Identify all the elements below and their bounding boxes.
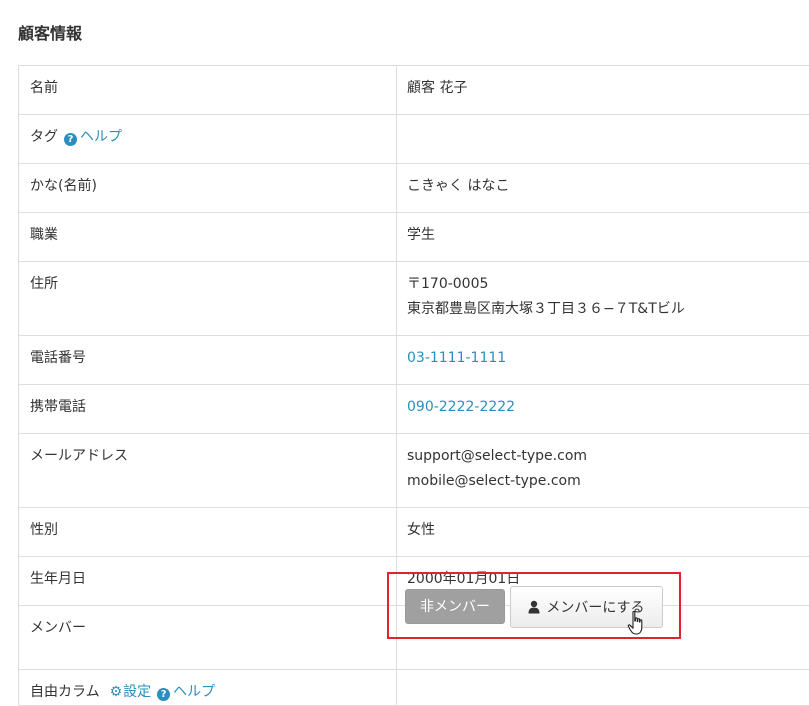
row-label: 電話番号	[19, 336, 397, 385]
row-label-cell: タグ?ヘルプ	[19, 115, 397, 164]
row-label: 携帯電話	[19, 385, 397, 434]
gear-icon[interactable]: ⚙	[110, 680, 123, 705]
help-link[interactable]: ヘルプ	[80, 129, 122, 145]
row-value-cell: support@select-type.com mobile@select-ty…	[397, 434, 809, 508]
table-row-phone: 電話番号 03-1111-1111	[19, 336, 809, 385]
table-row-name: 名前 顧客 花子	[19, 66, 809, 115]
table-row-address: 住所 〒170-0005 東京都豊島区南大塚３丁目３６−７T&Tビル	[19, 262, 809, 336]
row-label: 名前	[19, 66, 397, 115]
row-value	[397, 115, 809, 164]
table-row-tag: タグ?ヘルプ	[19, 115, 809, 164]
table-row-email: メールアドレス support@select-type.com mobile@s…	[19, 434, 809, 508]
row-label: メールアドレス	[19, 434, 397, 508]
settings-link[interactable]: 設定	[123, 684, 151, 700]
table-row-kana: かな(名前) こきゃく はなこ	[19, 164, 809, 213]
row-label: 住所	[19, 262, 397, 336]
row-value: こきゃく はなこ	[397, 164, 809, 213]
row-label: 自由カラム	[30, 684, 100, 700]
row-value-cell: 〒170-0005 東京都豊島区南大塚３丁目３６−７T&Tビル	[397, 262, 809, 336]
row-label: 生年月日	[19, 557, 397, 606]
row-value: 顧客 花子	[397, 66, 809, 115]
phone-link[interactable]: 03-1111-1111	[407, 350, 506, 366]
hand-pointer-icon	[627, 610, 647, 640]
row-label: メンバー	[19, 606, 397, 670]
row-label: 職業	[19, 213, 397, 262]
table-row-job: 職業 学生	[19, 213, 809, 262]
row-label: かな(名前)	[19, 164, 397, 213]
question-circle-icon[interactable]: ?	[157, 688, 170, 701]
row-label: タグ	[30, 129, 58, 145]
row-value-cell: 090-2222-2222	[397, 385, 809, 434]
nonmember-button[interactable]: 非メンバー	[405, 589, 505, 624]
question-circle-icon[interactable]: ?	[64, 133, 77, 146]
row-label: 性別	[19, 508, 397, 557]
row-value-cell: 03-1111-1111	[397, 336, 809, 385]
row-value: 学生	[397, 213, 809, 262]
user-icon	[528, 590, 540, 630]
page-title: 顧客情報	[18, 20, 82, 44]
postal-code: 〒170-0005	[407, 272, 807, 297]
mobile-link[interactable]: 090-2222-2222	[407, 399, 515, 415]
email-value: mobile@select-type.com	[407, 469, 807, 494]
row-value: 女性	[397, 508, 809, 557]
email-value: support@select-type.com	[407, 444, 807, 469]
address-line: 東京都豊島区南大塚３丁目３６−７T&Tビル	[407, 297, 807, 322]
table-row-gender: 性別 女性	[19, 508, 809, 557]
help-link[interactable]: ヘルプ	[173, 684, 215, 700]
table-row-mobile: 携帯電話 090-2222-2222	[19, 385, 809, 434]
